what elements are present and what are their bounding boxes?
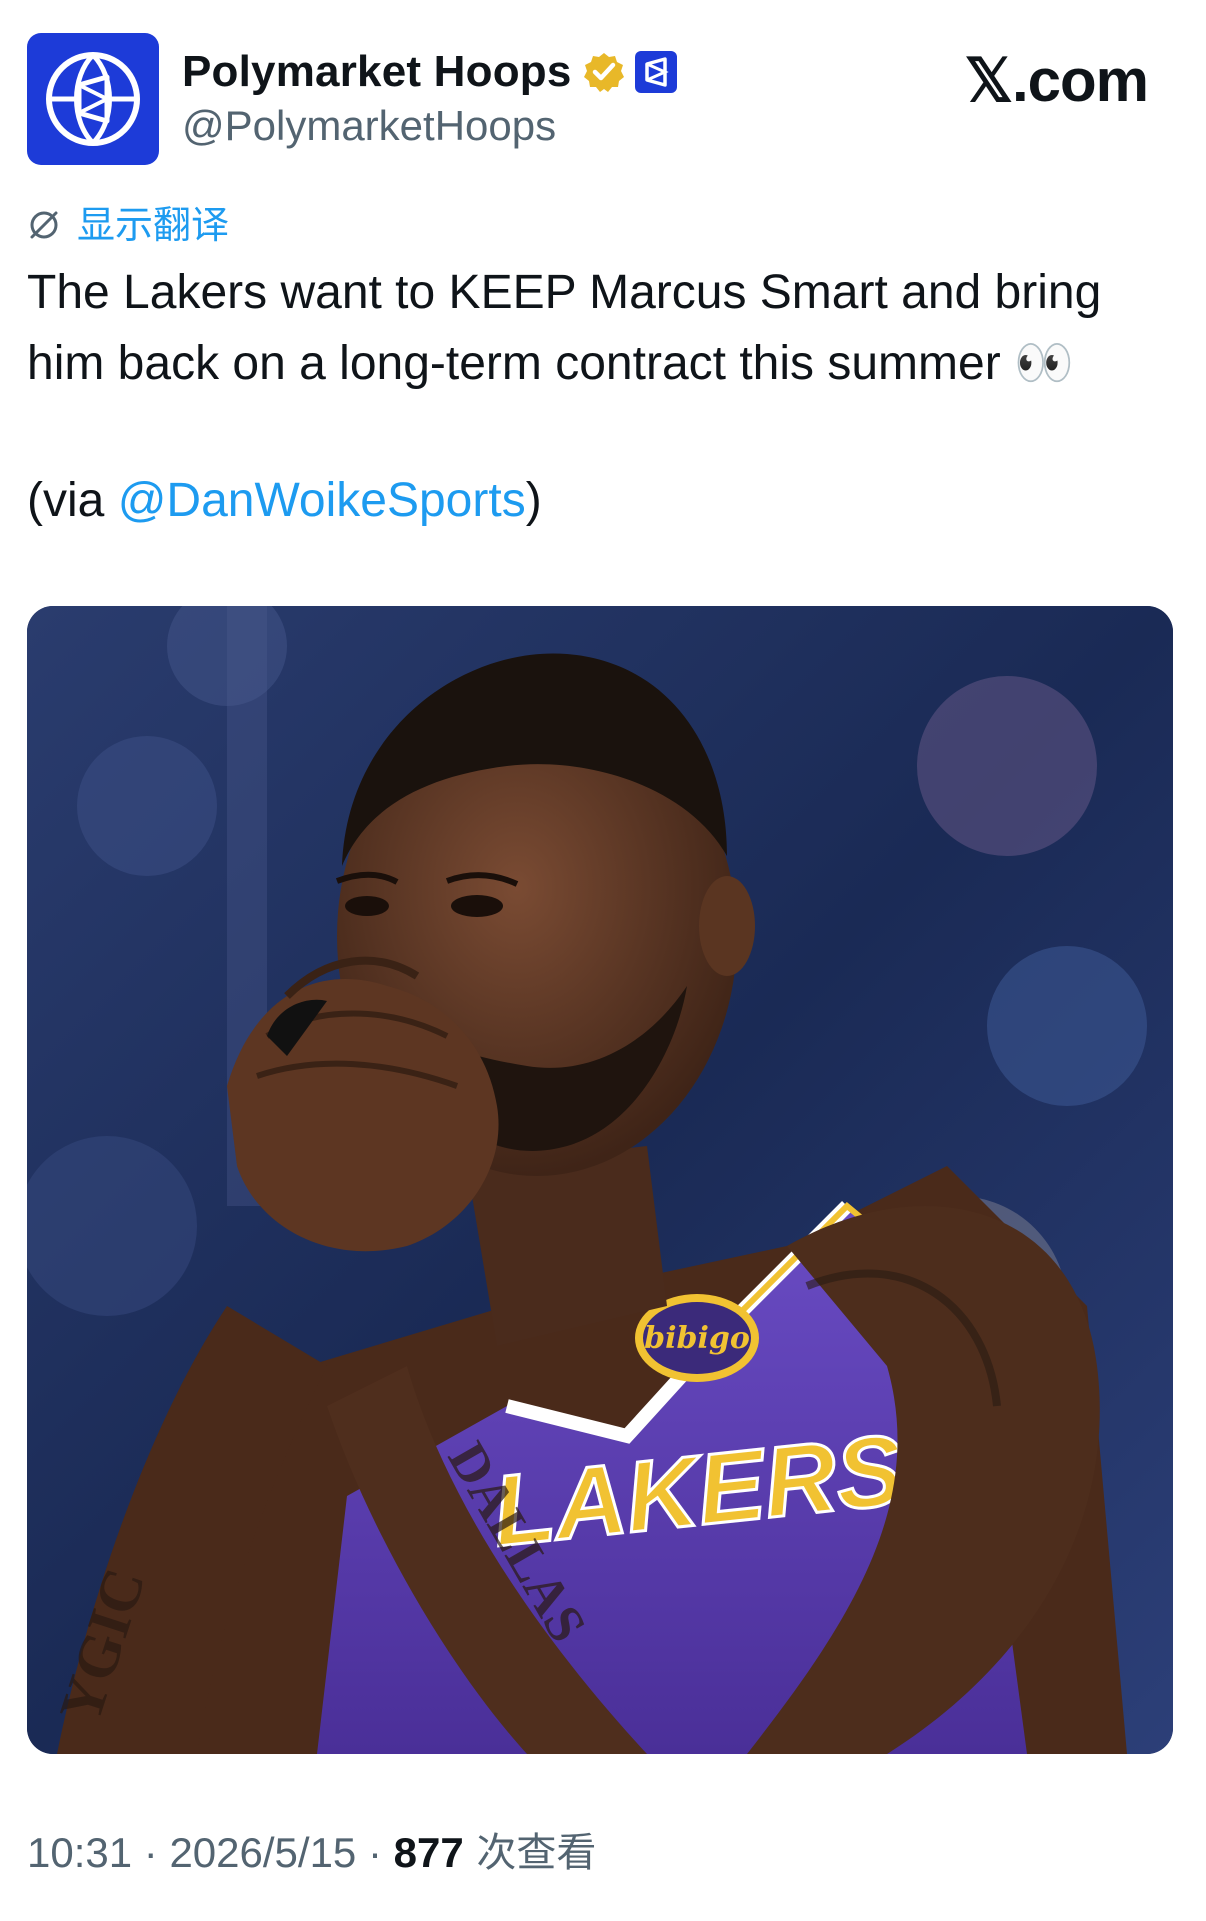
via-prefix: (via — [27, 474, 118, 527]
tweet-via-line: (via @DanWoikeSports) — [27, 466, 542, 536]
tweet-meta: 10:31 · 2026/5/15 · 877 次查看 — [27, 1826, 596, 1880]
tweet-body: The Lakers want to KEEP Marcus Smart and… — [27, 266, 1102, 390]
site-watermark: 𝕏.com — [964, 46, 1149, 116]
globe-translate-icon — [30, 211, 58, 239]
meta-separator-2: · — [356, 1829, 394, 1876]
meta-separator: · — [132, 1829, 170, 1876]
avatar[interactable] — [27, 33, 159, 165]
tweet-time[interactable]: 10:31 — [27, 1826, 132, 1880]
show-translation-button[interactable]: 显示翻译 — [27, 200, 229, 250]
tweet-date[interactable]: 2026/5/15 — [169, 1826, 356, 1880]
author-handle[interactable]: @PolymarketHoops — [182, 100, 556, 152]
tweet-text: The Lakers want to KEEP Marcus Smart and… — [27, 258, 1177, 399]
sponsor-patch-text: bibigo — [644, 1321, 750, 1356]
affiliate-badge-icon[interactable] — [634, 50, 678, 94]
verified-badge-icon[interactable] — [582, 50, 626, 94]
show-translation-label: 显示翻译 — [77, 203, 230, 247]
via-suffix: ) — [525, 474, 542, 527]
author-display-name[interactable]: Polymarket Hoops — [182, 46, 572, 98]
views-count[interactable]: 877 — [394, 1826, 464, 1880]
polymarket-basketball-logo-icon — [46, 52, 140, 146]
eyes-emoji-icon: 👀 — [1014, 335, 1074, 391]
player-photo-image: bibigo LAKERS DALLAS YGIC — [27, 606, 1173, 1754]
site-label: 𝕏.com — [964, 47, 1149, 114]
author-name-row: Polymarket Hoops — [182, 46, 678, 98]
tweet-photo[interactable]: bibigo LAKERS DALLAS YGIC — [27, 606, 1173, 1754]
mention-link[interactable]: @DanWoikeSports — [118, 474, 526, 527]
views-label: 次查看 — [463, 1830, 597, 1876]
